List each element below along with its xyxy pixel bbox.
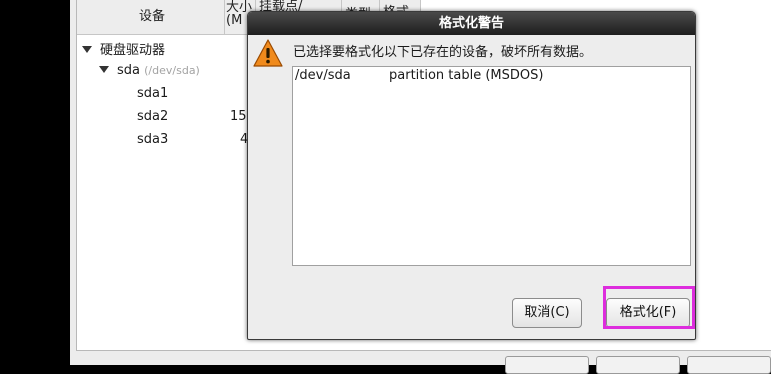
device-name: /dev/sda [295,68,351,83]
device-description: partition table (MSDOS) [389,68,544,83]
warning-icon [253,39,283,67]
dialog-message: 已选择要格式化以下已存在的设备，破坏所有数据。 [293,45,593,60]
tree-item-partition[interactable]: sda3 [137,132,168,147]
cancel-button[interactable]: 取消(C) [512,298,582,328]
tree-item-partition[interactable]: sda1 [137,86,168,101]
highlight-box [603,286,695,329]
expander-icon[interactable] [82,46,92,53]
partition-size: 15 [230,109,247,124]
tree-item-sda[interactable]: sda (/dev/sda) [99,63,200,78]
expander-icon[interactable] [99,66,109,73]
tree-item-hard-drives[interactable]: 硬盘驱动器 [82,39,165,58]
dialog-title: 格式化警告 [248,12,695,35]
tree-item-partition[interactable]: sda2 [137,109,168,124]
background-button[interactable] [505,356,589,374]
disk-path: (/dev/sda) [144,64,200,77]
background-button[interactable] [596,356,680,374]
device-list[interactable]: /dev/sda partition table (MSDOS) [292,66,691,266]
column-header-device[interactable]: 设备 [77,0,225,35]
background-button[interactable] [687,356,771,374]
